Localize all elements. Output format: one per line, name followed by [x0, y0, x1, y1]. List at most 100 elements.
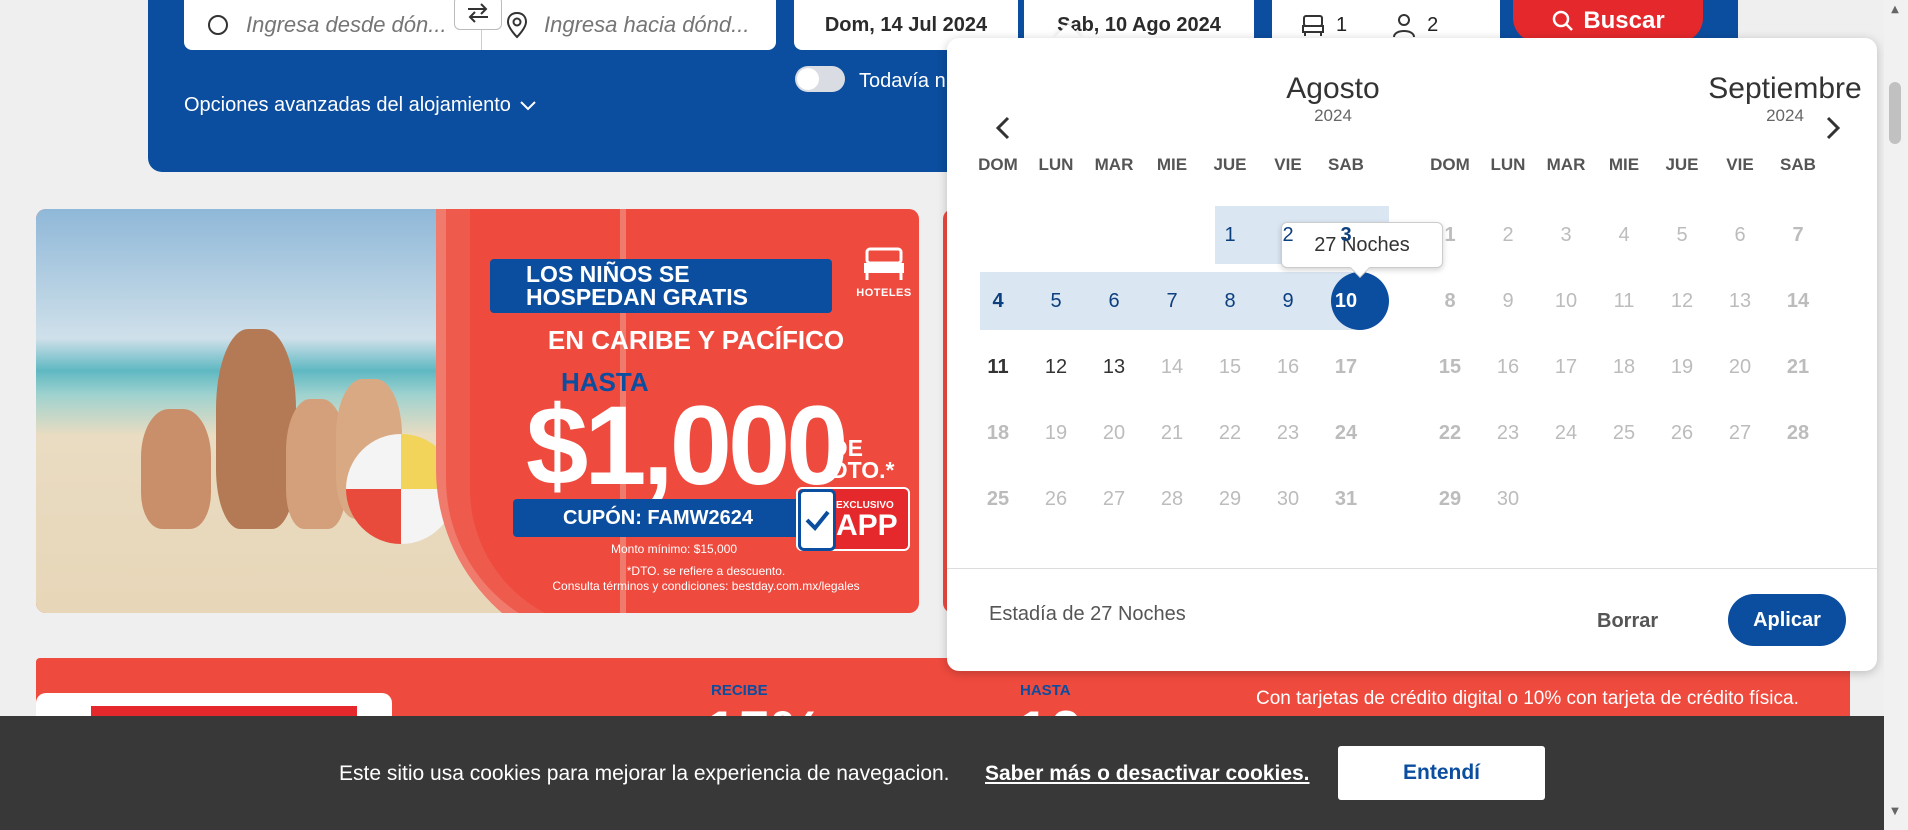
weekday-header: MAR [1094, 155, 1134, 174]
weekday-header: VIE [1726, 155, 1754, 174]
day-sep-14: 14 [1786, 290, 1810, 312]
origin-field[interactable] [184, 0, 481, 50]
clear-button[interactable]: Borrar [1597, 610, 1658, 633]
day-aug-23: 23 [1276, 422, 1300, 444]
day-sep-16: 16 [1496, 356, 1520, 378]
weekday-header: JUE [1213, 155, 1247, 174]
accept-cookies-button[interactable]: Entendí [1338, 746, 1545, 800]
day-aug-31: 31 [1334, 488, 1358, 510]
recibe-text: RECIBE [711, 682, 768, 699]
day-aug-8[interactable]: 8 [1201, 272, 1259, 330]
guests-count: 2 [1427, 13, 1439, 36]
day-aug-6[interactable]: 6 [1085, 272, 1143, 330]
prev-month-button[interactable] [987, 108, 1017, 148]
kids-free-badge: LOS NIÑOS SE HOSPEDAN GRATIS [490, 259, 832, 313]
phone-check-icon [798, 489, 836, 551]
destination-input[interactable] [544, 12, 776, 38]
month-year-september: 2024 [1766, 106, 1804, 125]
day-sep-27: 27 [1728, 422, 1752, 444]
search-icon [1553, 10, 1574, 31]
day-aug-4[interactable]: 4 [969, 272, 1027, 330]
weekday-header: JUE [1665, 155, 1699, 174]
day-sep-18: 18 [1612, 356, 1636, 378]
child-figure [141, 409, 211, 529]
hotels-label: HOTELES [856, 287, 912, 299]
day-aug-12[interactable]: 12 [1027, 338, 1085, 396]
weekday-header: LUN [1490, 155, 1526, 174]
search-button-label: Buscar [1583, 7, 1665, 34]
day-aug-19: 19 [1044, 422, 1068, 444]
day-sep-6: 6 [1734, 224, 1746, 246]
day-aug-10[interactable]: 10 [1317, 272, 1375, 330]
day-sep-20: 20 [1728, 356, 1752, 378]
legal-text-1: *DTO. se refiere a descuento. [626, 564, 786, 578]
day-aug-9[interactable]: 9 [1259, 272, 1317, 330]
day-aug-2[interactable]: 2 [1259, 206, 1317, 264]
swap-arrows-icon [468, 3, 488, 23]
day-aug-16: 16 [1276, 356, 1300, 378]
stay-summary: Estadía de 27 Noches [989, 603, 1186, 625]
day-aug-1[interactable]: 1 [1201, 206, 1259, 264]
scroll-down-arrow-icon[interactable]: ▼ [1889, 806, 1901, 818]
day-sep-12: 12 [1670, 290, 1694, 312]
day-aug-20: 20 [1102, 422, 1126, 444]
calendar-divider [947, 568, 1877, 569]
cookie-message: Este sitio usa cookies para mejorar la e… [339, 762, 950, 785]
rooms-count: 1 [1336, 13, 1348, 36]
day-aug-13[interactable]: 13 [1085, 338, 1143, 396]
weekday-header: MAR [1546, 155, 1586, 174]
scrollbar-thumb[interactable] [1889, 82, 1901, 144]
day-sep-3: 3 [1560, 224, 1572, 246]
destination-field[interactable] [481, 0, 776, 50]
map-pin-icon [506, 11, 528, 39]
day-aug-17: 17 [1334, 356, 1358, 378]
weekday-header: SAB [1328, 155, 1364, 174]
day-aug-26: 26 [1044, 488, 1068, 510]
search-button[interactable]: Buscar [1513, 0, 1703, 42]
day-sep-9: 9 [1502, 290, 1514, 312]
day-aug-27: 27 [1102, 488, 1126, 510]
day-sep-8: 8 [1444, 290, 1456, 312]
scroll-up-arrow-icon[interactable]: ▲ [1889, 4, 1901, 16]
promo-banner[interactable]: LOS NIÑOS SE HOSPEDAN GRATIS HOTELES EN … [36, 209, 919, 613]
cookie-settings-link[interactable]: Saber más o desactivar cookies. [985, 762, 1310, 786]
weekday-header: DOM [978, 155, 1018, 174]
bed-icon [864, 247, 904, 280]
advanced-options-label: Opciones avanzadas del alojamiento [184, 94, 511, 116]
toggle-knob [797, 68, 819, 90]
app-label: APP [836, 509, 898, 542]
day-aug-28: 28 [1160, 488, 1184, 510]
month-title-september: Septiembre [1708, 72, 1862, 105]
hotels-icon-group: HOTELES [854, 245, 914, 305]
month-title-august: Agosto [1286, 72, 1380, 105]
day-sep-11: 11 [1613, 290, 1635, 312]
caribe-pacifico-text: EN CARIBE Y PACÍFICO [547, 325, 845, 355]
weekday-header: SAB [1780, 155, 1816, 174]
day-aug-7[interactable]: 7 [1143, 272, 1201, 330]
day-sep-26: 26 [1670, 422, 1694, 444]
day-aug-5[interactable]: 5 [1027, 272, 1085, 330]
advanced-options-toggle[interactable]: Opciones avanzadas del alojamiento [184, 94, 537, 117]
month-year-august: 2024 [1314, 106, 1352, 125]
day-aug-30: 30 [1276, 488, 1300, 510]
day-sep-28: 28 [1786, 422, 1810, 444]
day-sep-5: 5 [1676, 224, 1688, 246]
day-aug-11[interactable]: 11 [969, 338, 1027, 396]
apply-button[interactable]: Aplicar [1728, 594, 1846, 646]
chevron-left-icon [995, 116, 1010, 140]
bed-icon [1302, 15, 1324, 36]
weekday-header: MIE [1608, 155, 1640, 174]
swap-button[interactable] [454, 0, 502, 30]
coupon-code: CUPÓN: FAMW2624 [513, 499, 803, 537]
weekday-header: VIE [1274, 155, 1302, 174]
day-sep-23: 23 [1496, 422, 1520, 444]
day-sep-17: 17 [1554, 356, 1578, 378]
day-sep-4: 4 [1618, 224, 1630, 246]
origin-input[interactable] [246, 12, 481, 38]
day-sep-29: 29 [1438, 488, 1462, 510]
day-aug-3[interactable]: 3 [1317, 206, 1375, 264]
day-aug-29: 29 [1218, 488, 1242, 510]
person-icon [1393, 14, 1416, 38]
day-aug-14: 14 [1160, 356, 1184, 378]
card-conditions-text: Con tarjetas de crédito digital o 10% co… [1256, 688, 1799, 709]
